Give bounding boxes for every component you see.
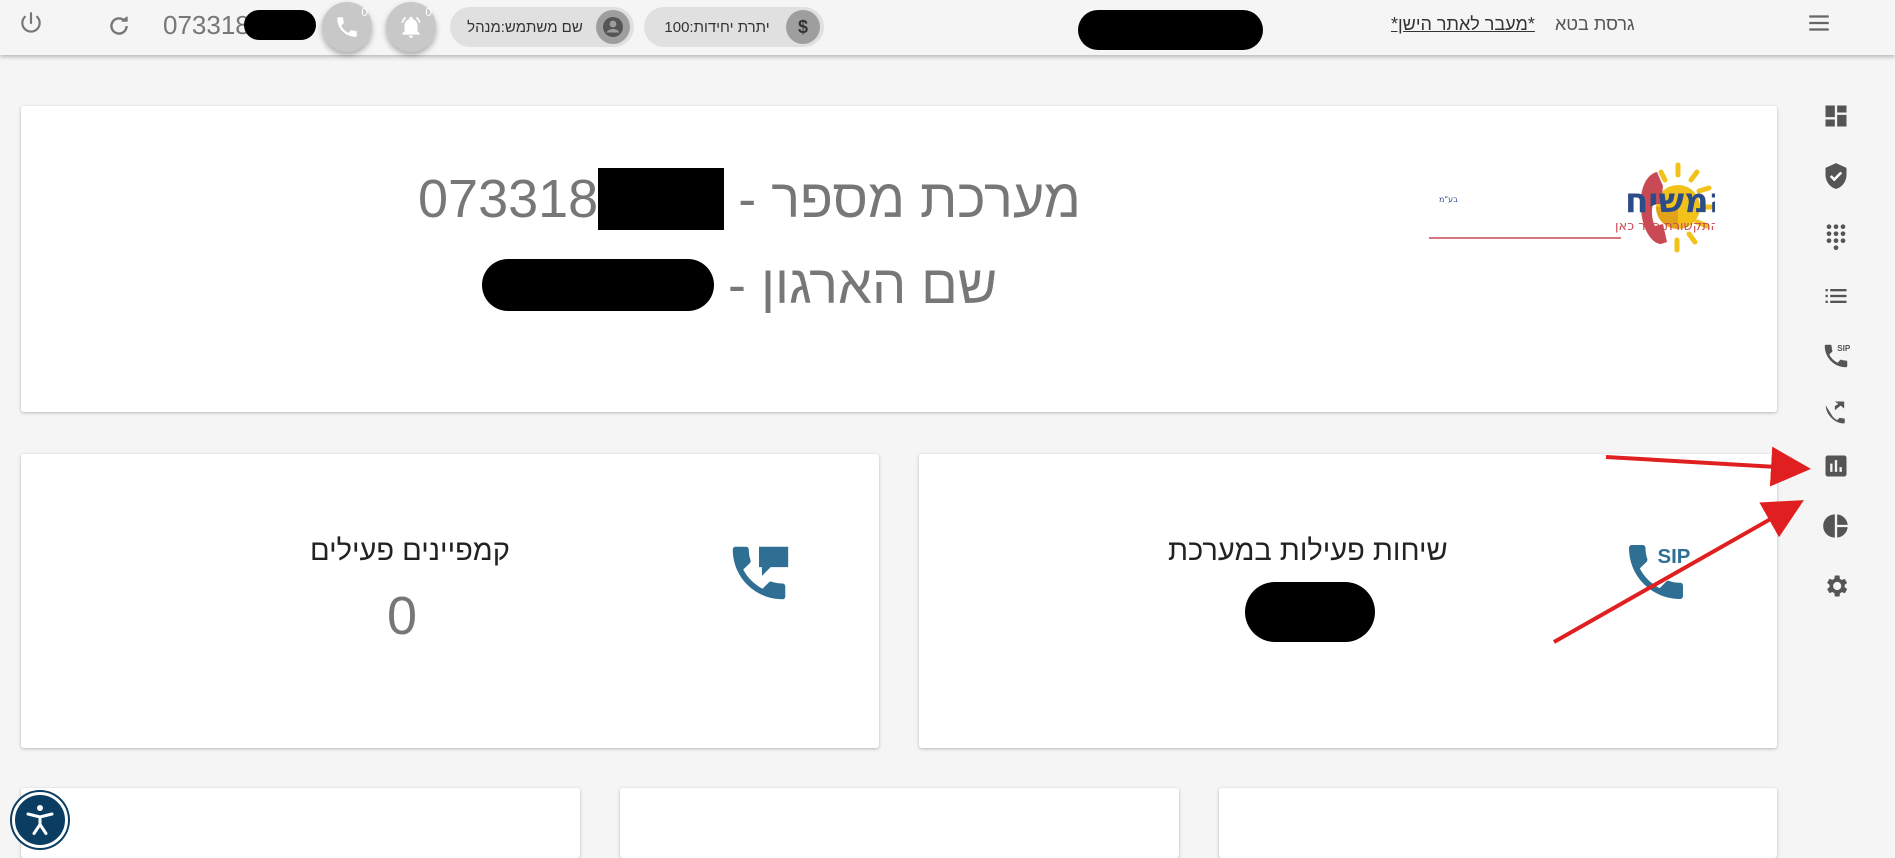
system-line-label: מערכת מספר - [738, 169, 1081, 229]
user-label: שם משתמש:מנהל [467, 18, 583, 36]
bottom-card-2[interactable] [620, 788, 1179, 858]
sidebar-sip-text: SIP [1837, 344, 1851, 353]
bar-chart-icon [1825, 455, 1847, 477]
sip-phone-icon: SIP [1824, 344, 1851, 368]
user-chip[interactable]: שם משתמש:מנהל [450, 7, 634, 47]
org-line-label: שם הארגון - [728, 255, 998, 315]
active-calls-title: שיחות פעילות במערכת [1168, 535, 1448, 567]
pie-chart-icon [1823, 514, 1848, 538]
dollar-icon: $ [786, 10, 820, 44]
dialpad-icon [1826, 224, 1846, 250]
sip-phone-card-icon: SIP [1620, 536, 1692, 608]
calls-button[interactable]: 0 [322, 2, 372, 52]
sidebar-item-statistics[interactable] [1816, 506, 1856, 546]
system-number-line: מערכת מספר - 073318 [418, 164, 1081, 234]
bottom-card-1[interactable] [21, 788, 580, 858]
sidebar-item-list[interactable] [1816, 276, 1856, 316]
phone-forward-icon [1825, 401, 1845, 424]
sip-text: SIP [1658, 546, 1691, 568]
system-number: 073318 [163, 8, 316, 42]
settings-icon [1827, 575, 1848, 597]
alerts-count: 0 [425, 5, 432, 19]
account-circle-icon [596, 10, 630, 44]
active-campaigns-title: קמפיינים פעילים [310, 535, 510, 567]
bottom-card-3[interactable] [1219, 788, 1777, 858]
org-name-line: שם הארגון - [482, 252, 997, 318]
power-icon[interactable] [18, 10, 44, 36]
company-logo: ימות המשיח בע"מ עתיד התקשורת כבר כאן [1425, 160, 1813, 260]
logo-title: ימות המשיח [1625, 181, 1715, 221]
redacted-block [598, 168, 725, 230]
menu-icon[interactable] [1806, 10, 1832, 36]
redacted-org-name [482, 259, 714, 311]
alerts-button[interactable]: 0 [386, 2, 436, 52]
sidebar-item-dashboard[interactable] [1816, 96, 1856, 136]
refresh-icon[interactable] [106, 13, 132, 39]
sidebar-item-security[interactable] [1816, 156, 1856, 196]
accessibility-button[interactable] [12, 792, 68, 848]
logo-tagline: עתיד התקשורת כבר כאן [1615, 219, 1715, 234]
phone-chat-icon [724, 538, 794, 608]
calls-count: 0 [361, 5, 368, 19]
logo-mark: בע"מ [1439, 195, 1458, 204]
system-number-text: 073318 [163, 9, 250, 40]
redacted-block [243, 10, 316, 40]
beta-label: גרסת בטא [1555, 14, 1635, 34]
top-bar: 073318 0 0 שם משתמש:מנהל יתרת יחידות:100… [0, 0, 1895, 55]
sidebar-item-settings[interactable] [1816, 566, 1856, 606]
active-campaigns-value: 0 [387, 586, 418, 646]
units-label: יתרת יחידות:100 [664, 18, 770, 36]
redacted-calls-value [1245, 582, 1375, 642]
accessibility-icon [26, 805, 54, 835]
redacted-org-name [1078, 10, 1263, 50]
system-number-value: 073318 [418, 169, 599, 229]
dashboard-icon [1825, 105, 1847, 127]
old-site-link[interactable]: *מעבר לאתר הישן* [1391, 14, 1535, 35]
units-chip[interactable]: יתרת יחידות:100 $ [644, 7, 824, 47]
sidebar-item-sip[interactable]: SIP [1816, 336, 1856, 376]
sidebar-item-dialpad[interactable] [1816, 216, 1856, 256]
sidebar-item-forward[interactable] [1816, 392, 1856, 432]
shield-check-icon [1825, 163, 1847, 189]
phone-icon [337, 17, 357, 37]
bell-icon [401, 16, 421, 38]
sidebar-item-reports[interactable] [1816, 446, 1856, 486]
list-icon [1825, 289, 1847, 303]
